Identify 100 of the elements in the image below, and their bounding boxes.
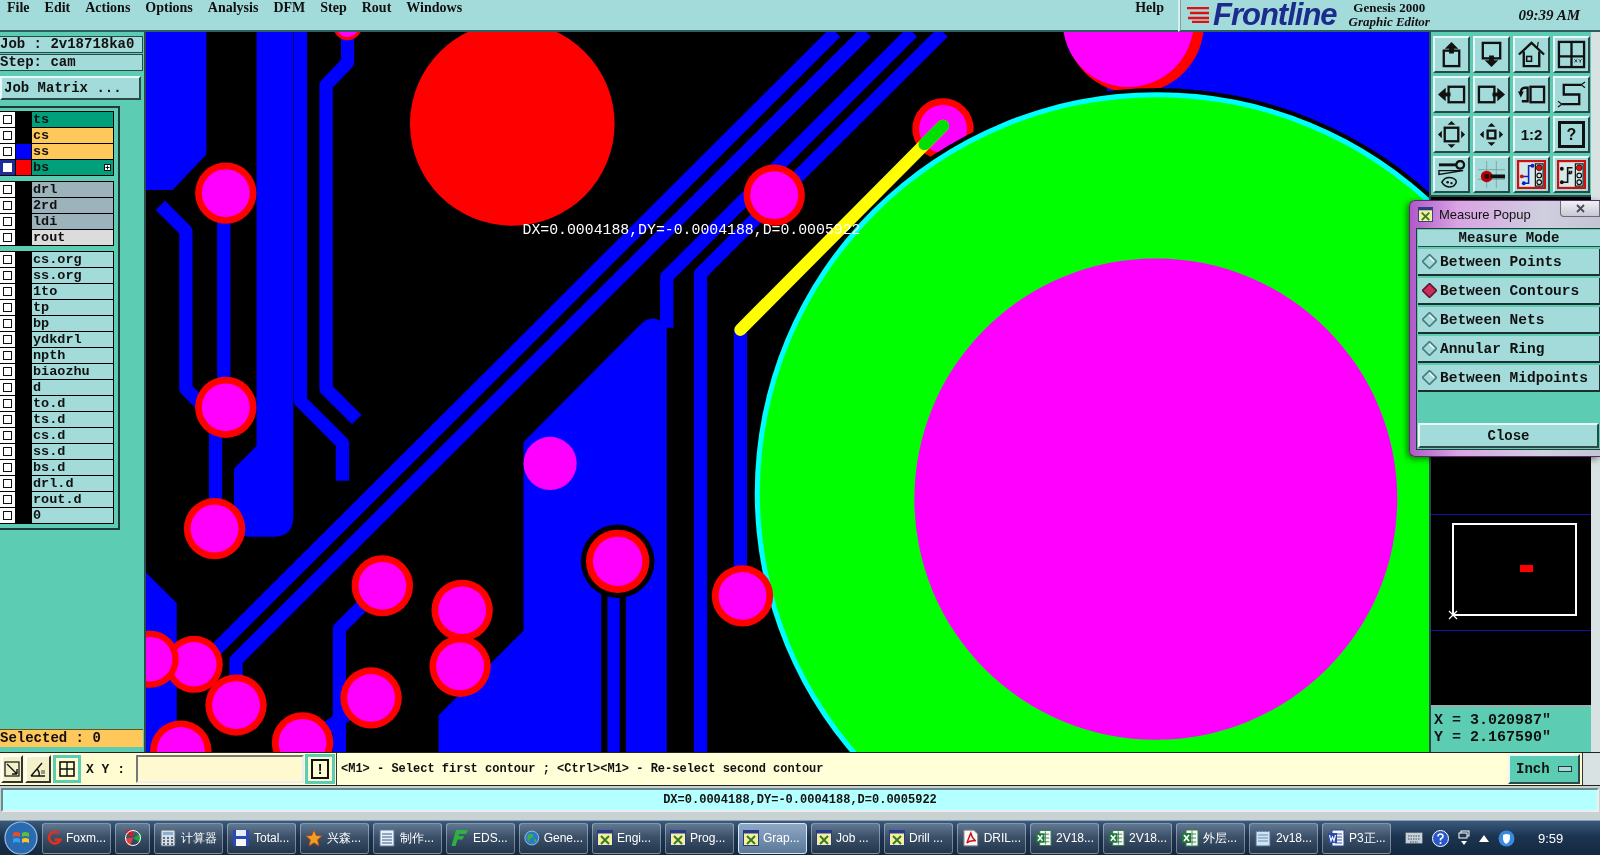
taskbar-button[interactable]: Gene... — [519, 822, 588, 854]
toolbar-button[interactable] — [1513, 76, 1550, 113]
layer-row[interactable]: drl.d — [32, 476, 113, 491]
toolbar-button[interactable] — [1553, 156, 1590, 193]
taskbar-button[interactable]: 计算器 — [154, 822, 223, 854]
taskbar-button[interactable]: Job ... — [811, 822, 880, 854]
toolbar-button[interactable] — [1553, 76, 1590, 113]
layer-row[interactable]: ss.org — [32, 268, 113, 283]
menu-item[interactable]: Actions — [85, 0, 131, 16]
layer-row[interactable]: to.d — [32, 396, 113, 411]
layer-row[interactable]: npth — [32, 348, 113, 363]
layer-checkbox[interactable] — [0, 198, 15, 213]
taskbar-button[interactable]: Drill ... — [884, 822, 953, 854]
menu-item[interactable]: Edit — [44, 0, 71, 16]
layer-row[interactable]: ydkdrl — [32, 332, 113, 347]
layer-checkbox[interactable] — [0, 412, 15, 427]
taskbar-button[interactable]: Prog... — [665, 822, 734, 854]
xy-input-field[interactable] — [136, 755, 304, 783]
menu-item[interactable]: DFM — [273, 0, 306, 16]
menu-item[interactable]: Step — [320, 0, 347, 16]
layer-row[interactable]: bs — [32, 160, 113, 175]
layer-row[interactable]: 1to — [32, 284, 113, 299]
taskbar-button[interactable]: Total... — [227, 822, 296, 854]
layer-checkbox[interactable] — [0, 230, 15, 245]
toolbar-button[interactable] — [1433, 76, 1470, 113]
taskbar-button[interactable]: 外层... — [1176, 822, 1245, 854]
toolbar-button[interactable] — [1473, 116, 1510, 153]
menu-item[interactable]: Rout — [361, 0, 392, 16]
toolbar-button[interactable] — [1553, 36, 1590, 73]
layer-checkbox[interactable] — [0, 128, 15, 143]
toolbar-button[interactable] — [1473, 36, 1510, 73]
layer-row[interactable]: tp — [32, 300, 113, 315]
layer-checkbox[interactable] — [0, 332, 15, 347]
taskbar-button[interactable]: 2v18... — [1249, 822, 1318, 854]
taskbar-button[interactable]: DRIL... — [957, 822, 1026, 854]
toolbar-button[interactable]: ? — [1553, 116, 1590, 153]
close-button[interactable] — [1560, 201, 1600, 217]
layer-row[interactable]: ts.d — [32, 412, 113, 427]
layer-checkbox[interactable] — [0, 268, 15, 283]
taskbar-button[interactable]: 兴森... — [300, 822, 369, 854]
layer-checkbox[interactable] — [0, 364, 15, 379]
job-matrix-button[interactable]: Job Matrix ... — [0, 76, 141, 100]
layer-row[interactable]: ss.d — [32, 444, 113, 459]
layer-checkbox[interactable] — [0, 492, 15, 507]
layer-checkbox[interactable] — [0, 396, 15, 411]
start-button[interactable] — [4, 821, 38, 855]
measure-mode-option[interactable]: Between Midpoints — [1418, 365, 1600, 392]
menu-item[interactable]: Help — [1135, 0, 1164, 16]
layer-checkbox[interactable] — [0, 284, 15, 299]
layer-row[interactable]: ldi — [32, 214, 113, 229]
menu-item[interactable]: Analysis — [207, 0, 259, 16]
units-button[interactable]: Inch — [1508, 754, 1580, 784]
layer-row[interactable]: ts — [32, 112, 113, 127]
layer-checkbox[interactable] — [0, 460, 15, 475]
layer-row[interactable]: rout.d — [32, 492, 113, 507]
layer-checkbox[interactable] — [0, 144, 15, 159]
menu-item[interactable]: File — [7, 0, 30, 16]
toolbar-button[interactable]: 1:2 — [1513, 116, 1550, 153]
layer-row[interactable]: biaozhu — [32, 364, 113, 379]
toolbar-button[interactable] — [1433, 156, 1470, 193]
taskbar-button[interactable]: 制作... — [373, 822, 442, 854]
taskbar-button[interactable]: P3正... — [1322, 822, 1391, 854]
layer-checkbox[interactable] — [0, 112, 15, 127]
measure-mode-option[interactable]: Between Points — [1418, 249, 1600, 276]
layer-checkbox[interactable] — [0, 348, 15, 363]
execute-button[interactable]: ! — [305, 754, 335, 784]
toolbar-button[interactable] — [1433, 36, 1470, 73]
layer-checkbox[interactable] — [0, 444, 15, 459]
layer-row[interactable]: bs.d — [32, 460, 113, 475]
menu-item[interactable]: Options — [145, 0, 193, 16]
layer-checkbox[interactable] — [0, 476, 15, 491]
layer-checkbox[interactable] — [0, 428, 15, 443]
measure-mode-option[interactable]: Between Nets — [1418, 307, 1600, 334]
toolbar-button[interactable] — [1513, 156, 1550, 193]
layer-checkbox[interactable] — [0, 214, 15, 229]
taskbar-button[interactable]: 2V18... — [1103, 822, 1172, 854]
layer-row[interactable]: 2rd — [32, 198, 113, 213]
taskbar-button[interactable]: EDS... — [446, 822, 515, 854]
caret-up-icon[interactable] — [1479, 834, 1489, 842]
layer-checkbox[interactable] — [0, 316, 15, 331]
layer-row[interactable]: rout — [32, 230, 113, 245]
toolbar-button[interactable] — [1433, 116, 1470, 153]
menu-item[interactable]: Windows — [406, 0, 463, 16]
layer-row[interactable]: cs — [32, 128, 113, 143]
close-popup-button[interactable]: Close — [1418, 423, 1599, 448]
taskbar-button[interactable] — [115, 822, 150, 854]
toolbar-button[interactable] — [1513, 36, 1550, 73]
taskbar-button[interactable]: Foxm... — [42, 822, 111, 854]
layer-checkbox[interactable] — [0, 252, 15, 267]
toolbar-button[interactable] — [1473, 76, 1510, 113]
layer-checkbox[interactable] — [0, 300, 15, 315]
layer-row[interactable]: bp — [32, 316, 113, 331]
layer-checkbox[interactable] — [0, 182, 15, 197]
toolbar-button[interactable] — [1473, 156, 1510, 193]
layer-row[interactable]: 0 — [32, 508, 113, 523]
taskbar-button[interactable]: 2V18... — [1030, 822, 1099, 854]
layer-checkbox[interactable] — [0, 508, 15, 523]
layer-row[interactable]: cs.d — [32, 428, 113, 443]
tool-button[interactable] — [53, 755, 81, 783]
layer-row[interactable]: ss — [32, 144, 113, 159]
